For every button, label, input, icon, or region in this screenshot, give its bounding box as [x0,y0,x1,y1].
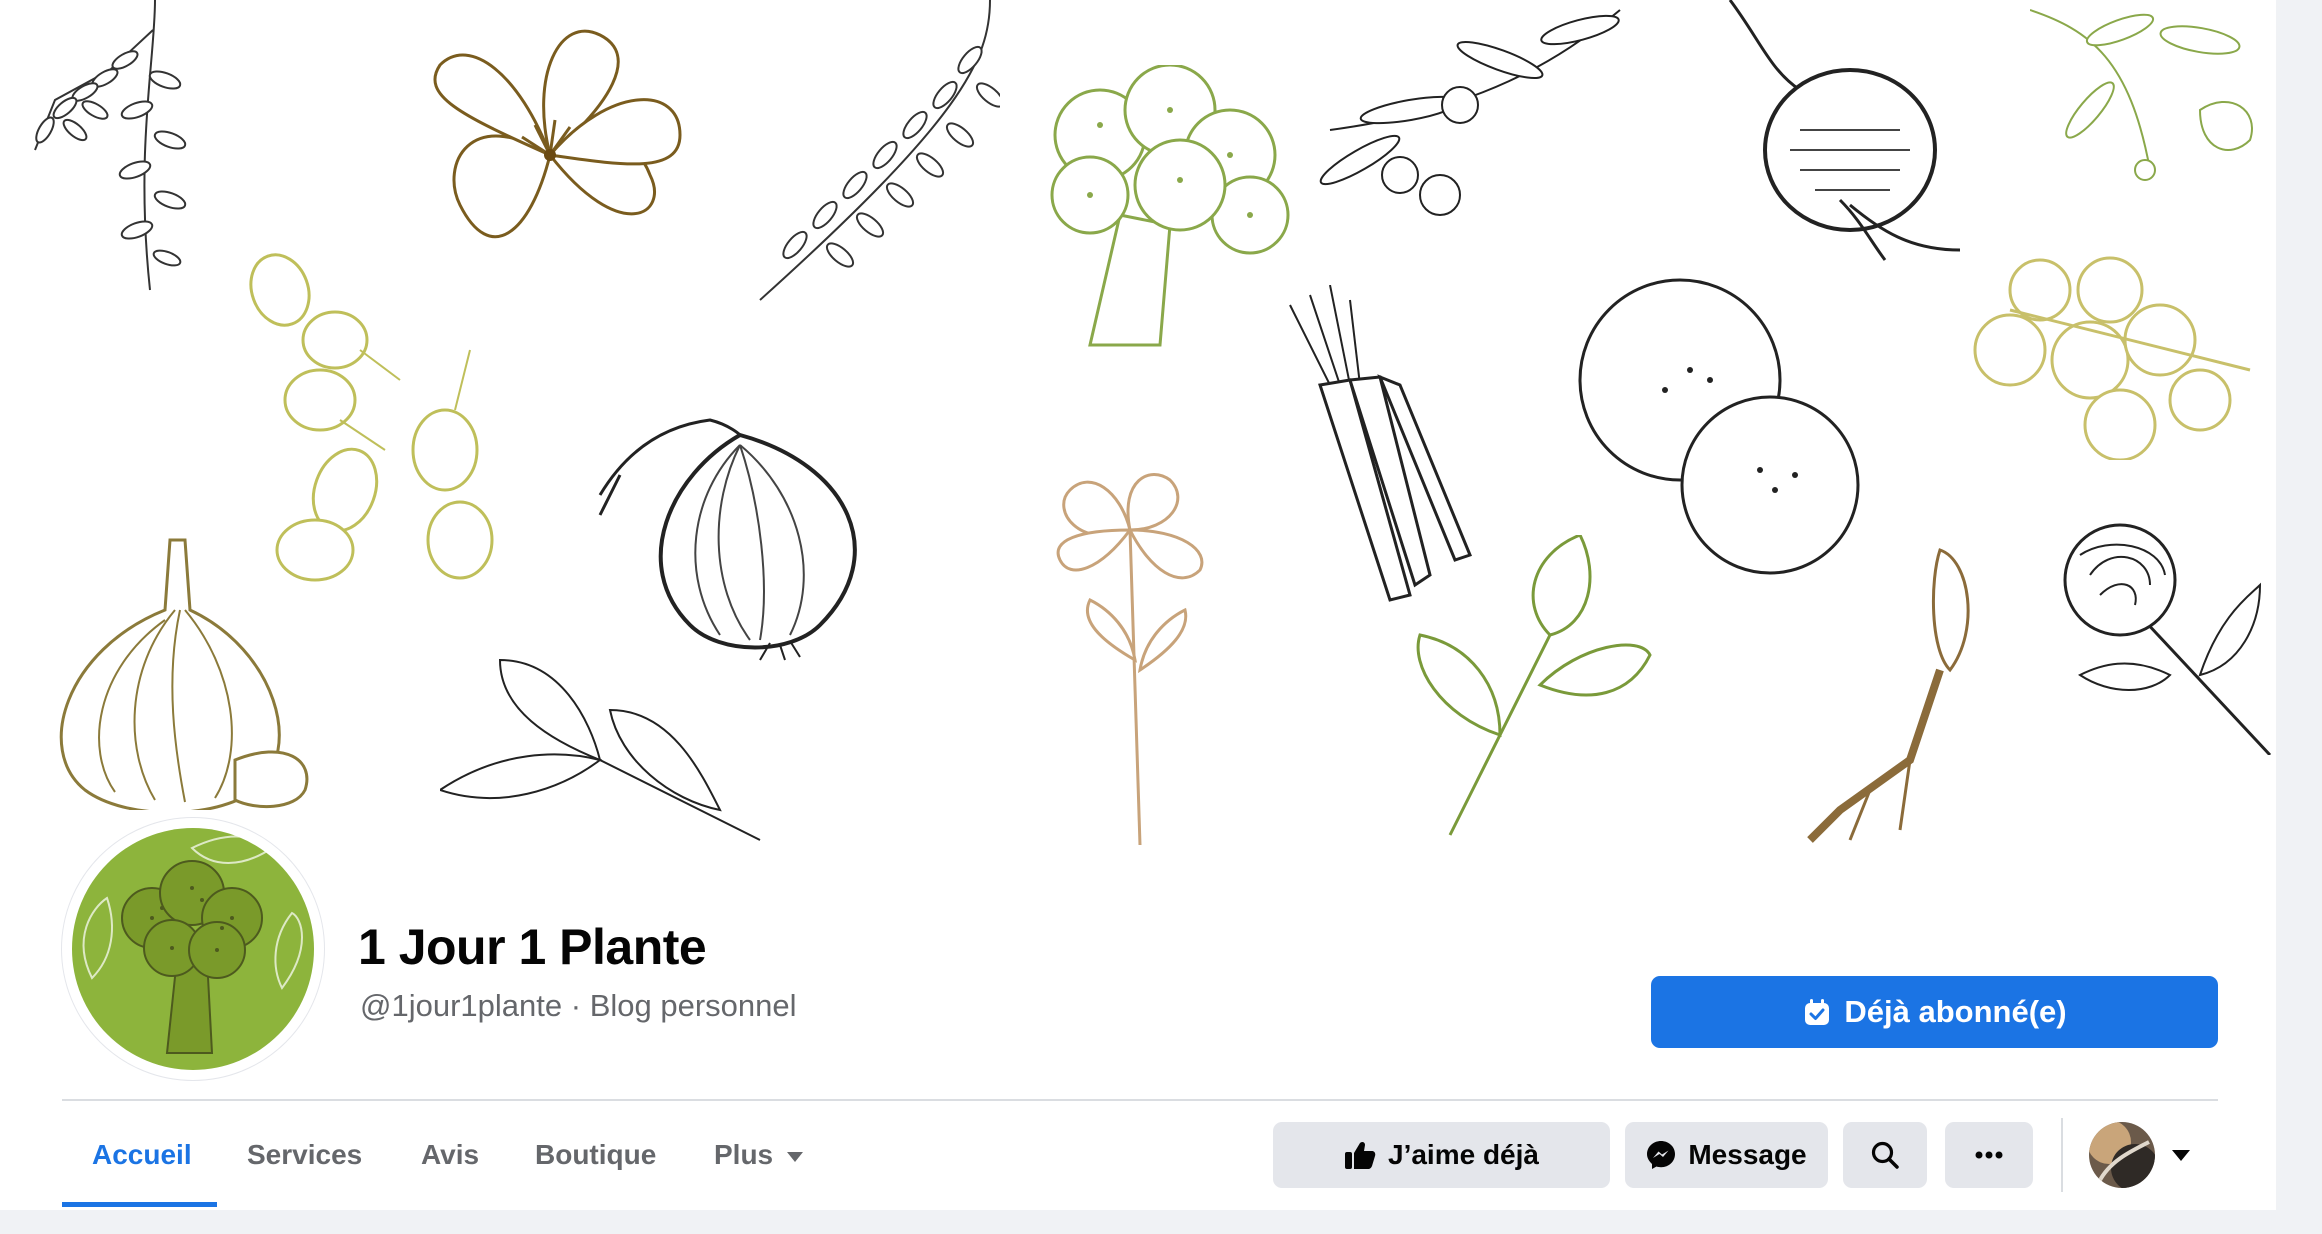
like-button[interactable]: J’aime déjà [1273,1122,1610,1188]
thumbs-up-icon [1344,1140,1376,1170]
more-options-button[interactable] [1945,1122,2033,1188]
active-tab-indicator [62,1202,217,1207]
wildflower-illustration [1056,473,1204,845]
page-background-gutter [2276,0,2322,1234]
tab-label: Boutique [535,1139,657,1170]
tab-label: Plus [714,1139,774,1170]
olive-branch-illustration [1319,9,1621,216]
cover-photo[interactable] [0,0,2276,845]
tab-label: Accueil [92,1139,192,1170]
cherry-tomatoes-illustration [1973,256,2251,460]
chevron-down-icon[interactable] [2172,1150,2190,1161]
broccoli-illustration [1050,65,1290,347]
herb-sprig-illustration [2030,9,2253,181]
messenger-icon [1646,1140,1676,1170]
garlic-illustration [59,538,309,810]
flower-illustration [433,29,682,238]
message-label: Message [1688,1139,1807,1170]
toolbar-separator [2061,1118,2063,1192]
onion-illustration [598,418,857,661]
subscribed-label: Déjà abonné(e) [1844,994,2067,1029]
page-title: 1 Jour 1 Plante [358,919,707,975]
page-background-strip [0,1210,2322,1234]
more-horizontal-icon [1975,1151,2003,1159]
root-illustration [1807,548,1970,843]
leaves-illustration [440,658,761,841]
rose-illustration [2063,523,2272,755]
tab-avis[interactable]: Avis [391,1112,509,1198]
tab-label: Avis [421,1139,480,1170]
calendar-check-icon [1802,997,1832,1027]
page-category[interactable]: Blog personnel [590,988,797,1023]
search-icon [1870,1140,1900,1170]
broccoli-logo [72,828,314,1070]
beet-illustration [1728,0,1961,261]
page-handle: @1jour1plante [360,988,563,1023]
tomato-slices-illustration [1578,278,1860,575]
like-label: J’aime déjà [1388,1139,1539,1170]
page-subtitle: @1jour1plante · Blog personnel [360,988,797,1024]
tab-label: Services [247,1139,363,1170]
fern-illustration-center [759,0,1000,301]
basil-leaves-illustration [1416,535,1652,836]
tab-plus[interactable]: Plus [684,1112,833,1198]
header-divider [62,1099,2218,1101]
message-button[interactable]: Message [1625,1122,1828,1188]
acting-profile-avatar[interactable] [2089,1122,2155,1188]
tab-services[interactable]: Services [217,1112,392,1198]
tab-accueil[interactable]: Accueil [62,1112,222,1198]
tab-boutique[interactable]: Boutique [505,1112,686,1198]
page-avatar[interactable] [62,818,324,1080]
subscribed-button[interactable]: Déjà abonné(e) [1651,976,2218,1048]
facebook-page-header: 1 Jour 1 Plante @1jour1plante · Blog per… [0,0,2322,1234]
search-button[interactable] [1843,1122,1927,1188]
subtitle-separator: · [570,988,582,1023]
fern-illustration [34,0,187,291]
chevron-down-icon [787,1152,804,1162]
